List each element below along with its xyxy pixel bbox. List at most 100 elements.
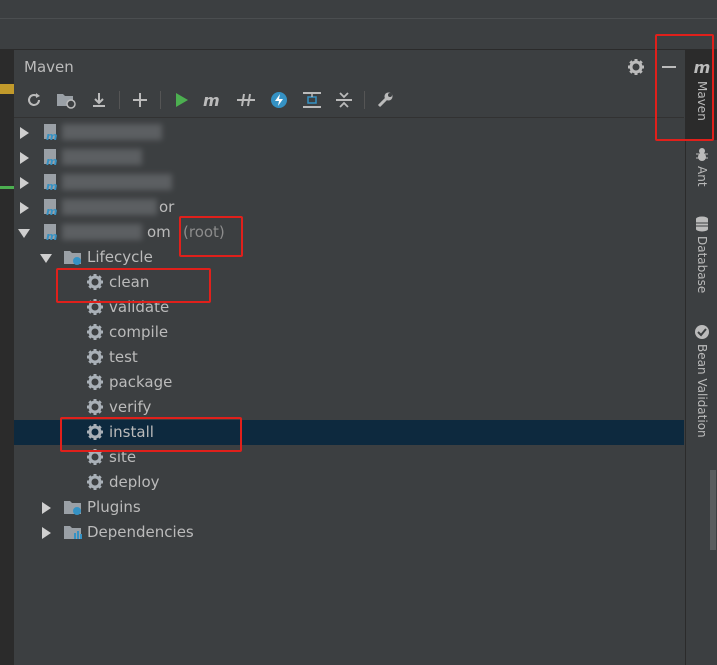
tab-bean-validation[interactable]: Bean Validation (686, 324, 717, 464)
minimize-icon[interactable] (657, 55, 681, 79)
root-tag: (root) (183, 223, 225, 241)
gear-icon (86, 448, 104, 470)
redacted-module-name (62, 199, 157, 215)
collapse-arrow-icon[interactable] (40, 254, 52, 263)
execute-goal-icon[interactable]: m (201, 88, 225, 112)
editor-tab-area (0, 0, 717, 50)
tree-row-root-module[interactable]: m om (root) (14, 220, 684, 245)
dependencies-folder-icon (63, 523, 83, 545)
lifecycle-label: Lifecycle (87, 248, 153, 266)
gear-icon (86, 273, 104, 295)
panel-title: Maven (24, 58, 74, 76)
module-name-tail: or (159, 198, 175, 216)
goal-label: package (109, 373, 173, 391)
download-icon[interactable] (87, 88, 111, 112)
goal-label: validate (109, 298, 170, 316)
gutter-marker (0, 186, 14, 189)
tab-ant[interactable]: Ant (686, 146, 717, 206)
svg-text:m: m (46, 155, 57, 166)
lifecycle-goal-compile[interactable]: compile (14, 320, 684, 345)
tree-row-module[interactable]: m (14, 145, 684, 170)
lifecycle-goal-site[interactable]: site (14, 445, 684, 470)
gutter-marker (0, 84, 14, 94)
dependencies-label: Dependencies (87, 523, 194, 541)
maven-module-icon: m (42, 123, 60, 145)
svg-text:m: m (46, 180, 57, 191)
divider (0, 18, 717, 19)
settings-wrench-icon[interactable] (373, 88, 397, 112)
tab-label: Maven (695, 81, 709, 121)
tree-row-lifecycle[interactable]: Lifecycle (14, 245, 684, 270)
expand-arrow-icon[interactable] (42, 502, 51, 514)
tree-row-dependencies[interactable]: Dependencies (14, 520, 684, 545)
lifecycle-goal-test[interactable]: test (14, 345, 684, 370)
lifecycle-goal-install[interactable]: install (14, 420, 684, 445)
redacted-module-name (62, 149, 142, 165)
expand-arrow-icon[interactable] (20, 127, 29, 139)
maven-module-icon: m (42, 223, 60, 245)
run-icon[interactable] (169, 88, 193, 112)
panel-header: Maven (14, 50, 684, 83)
redacted-module-name (62, 124, 162, 140)
maven-module-icon: m (42, 198, 60, 220)
goal-label: compile (109, 323, 169, 341)
redacted-module-name (62, 174, 172, 190)
svg-text:m: m (46, 230, 57, 241)
show-dependencies-icon[interactable] (300, 88, 324, 112)
svg-text:m: m (46, 205, 57, 216)
redacted-module-name (62, 224, 142, 240)
lifecycle-goal-validate[interactable]: validate (14, 295, 684, 320)
goal-label: deploy (109, 473, 160, 491)
tree-row-module[interactable]: m (14, 170, 684, 195)
tab-label: Ant (695, 166, 709, 187)
generate-sources-icon[interactable] (54, 88, 78, 112)
goal-label: verify (109, 398, 152, 416)
maven-tool-window: Maven m m m m m or m om (root) Lifecycle… (14, 50, 684, 665)
tab-maven[interactable]: m Maven (686, 50, 717, 140)
tree-row-plugins[interactable]: Plugins (14, 495, 684, 520)
collapse-arrow-icon[interactable] (18, 229, 30, 238)
maven-project-tree: m m m m or m om (root) Lifecycle clean v… (14, 120, 684, 600)
gear-icon (86, 323, 104, 345)
reload-icon[interactable] (22, 88, 46, 112)
tab-label: Bean Validation (695, 344, 709, 438)
gear-icon[interactable] (624, 55, 648, 79)
svg-text:m: m (203, 92, 220, 108)
maven-module-icon: m (42, 173, 60, 195)
gear-icon (86, 423, 104, 445)
toolbar-separator (160, 91, 161, 109)
gear-icon (86, 298, 104, 320)
editor-gutter (0, 0, 14, 665)
skip-tests-icon[interactable] (267, 88, 291, 112)
toolbar-separator (364, 91, 365, 109)
scrollbar-thumb[interactable] (710, 470, 716, 550)
goal-label: install (109, 423, 154, 441)
add-icon[interactable] (128, 88, 152, 112)
gear-icon (86, 348, 104, 370)
collapse-all-icon[interactable] (332, 88, 356, 112)
gear-icon (86, 398, 104, 420)
tab-database[interactable]: Database (686, 216, 717, 316)
lifecycle-goal-verify[interactable]: verify (14, 395, 684, 420)
toggle-offline-icon[interactable] (234, 88, 258, 112)
maven-module-icon: m (42, 148, 60, 170)
expand-arrow-icon[interactable] (42, 527, 51, 539)
toolbar-separator (119, 91, 120, 109)
expand-arrow-icon[interactable] (20, 202, 29, 214)
lifecycle-goal-deploy[interactable]: deploy (14, 470, 684, 495)
tree-row-module[interactable]: m (14, 120, 684, 145)
gear-icon (86, 373, 104, 395)
lifecycle-goal-package[interactable]: package (14, 370, 684, 395)
goal-label: site (109, 448, 137, 466)
lifecycle-goal-clean[interactable]: clean (14, 270, 684, 295)
maven-icon: m (693, 58, 711, 77)
expand-arrow-icon[interactable] (20, 177, 29, 189)
bean-validation-icon (695, 325, 709, 339)
tree-row-module[interactable]: m or (14, 195, 684, 220)
goal-label: test (109, 348, 138, 366)
right-tool-window-bar: m Maven Ant Database Bean Validation (685, 50, 717, 665)
maven-toolbar: m (14, 83, 684, 118)
expand-arrow-icon[interactable] (20, 152, 29, 164)
plugins-label: Plugins (87, 498, 141, 516)
svg-text:m: m (46, 130, 57, 141)
